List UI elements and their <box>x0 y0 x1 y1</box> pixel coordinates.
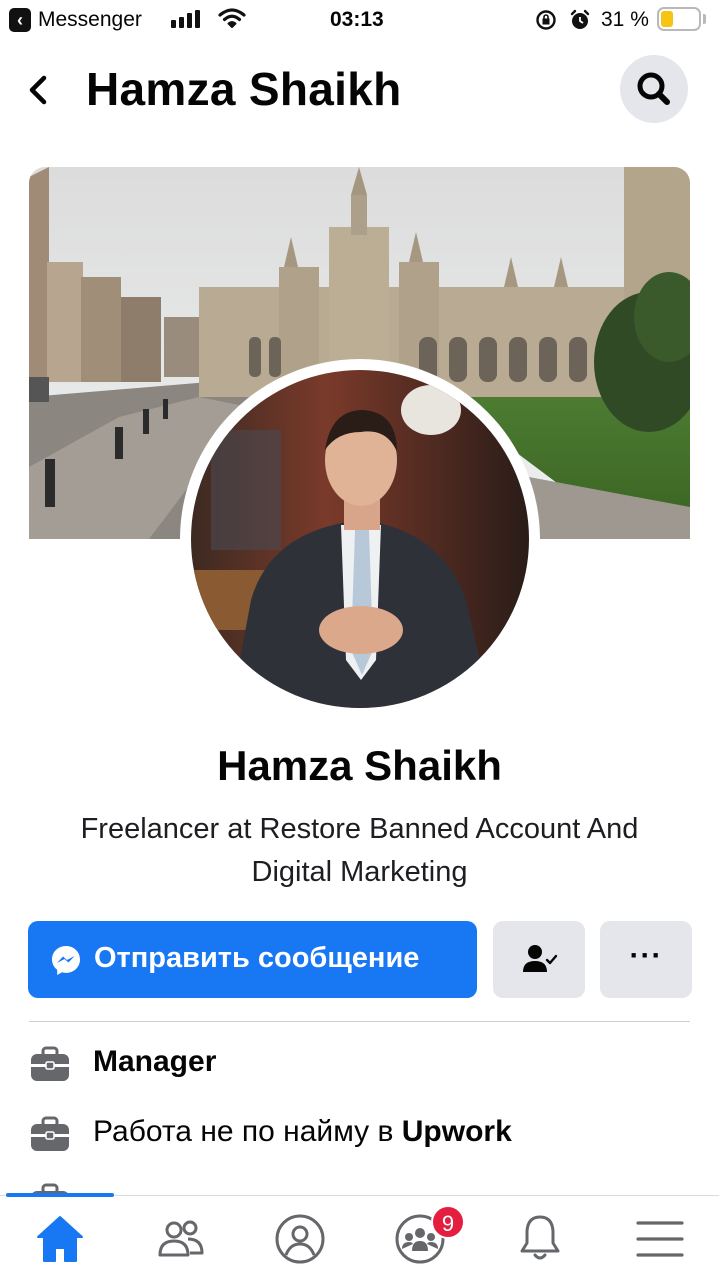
wifi-icon <box>218 8 246 28</box>
friends-icon[interactable] <box>150 1211 210 1267</box>
info-work-company[interactable]: Upwork <box>402 1115 512 1148</box>
info-work-prefix: Работа не по найму в <box>93 1115 402 1148</box>
briefcase-icon <box>31 1116 69 1151</box>
divider <box>29 1021 690 1022</box>
rotation-lock-icon <box>536 10 556 30</box>
briefcase-icon <box>31 1046 69 1081</box>
bottom-tab-bar <box>0 1195 719 1281</box>
send-message-label: Отправить сообщение <box>94 942 420 974</box>
battery-tip <box>703 14 706 24</box>
back-to-app-icon[interactable]: ‹ <box>9 8 31 32</box>
search-button[interactable] <box>620 55 688 123</box>
active-tab-indicator <box>6 1193 114 1197</box>
back-to-app-label[interactable]: Messenger <box>38 8 142 32</box>
send-message-button[interactable]: Отправить сообщение <box>28 921 477 998</box>
battery-icon <box>657 7 701 31</box>
menu-icon[interactable] <box>630 1211 690 1267</box>
groups-notification-badge: 9 <box>431 1205 465 1239</box>
alarm-icon <box>570 9 590 29</box>
search-icon <box>637 72 670 105</box>
clock: 03:13 <box>330 8 384 31</box>
notifications-icon[interactable] <box>510 1211 570 1267</box>
info-job-title: Manager <box>93 1045 217 1078</box>
page-title: Hamza Shaikh <box>86 63 402 115</box>
back-arrow-icon[interactable] <box>20 70 60 110</box>
status-bar: ‹ Messenger 03:13 31 % <box>0 0 719 42</box>
person-check-icon <box>523 945 558 972</box>
profile-icon[interactable] <box>270 1211 330 1267</box>
messenger-icon <box>52 946 80 975</box>
avatar[interactable] <box>191 370 529 708</box>
profile-bio: Freelancer at Restore Banned Account And… <box>80 813 639 888</box>
battery-percent: 31 % <box>601 8 649 31</box>
info-work-text: Работа не по найму в Upwork <box>93 1115 512 1149</box>
more-options-button[interactable]: ··· <box>600 921 692 998</box>
profile-name: Hamza Shaikh <box>217 742 502 789</box>
more-dots-icon: ··· <box>629 939 663 972</box>
friends-status-button[interactable] <box>493 921 585 998</box>
home-icon[interactable] <box>30 1211 90 1267</box>
